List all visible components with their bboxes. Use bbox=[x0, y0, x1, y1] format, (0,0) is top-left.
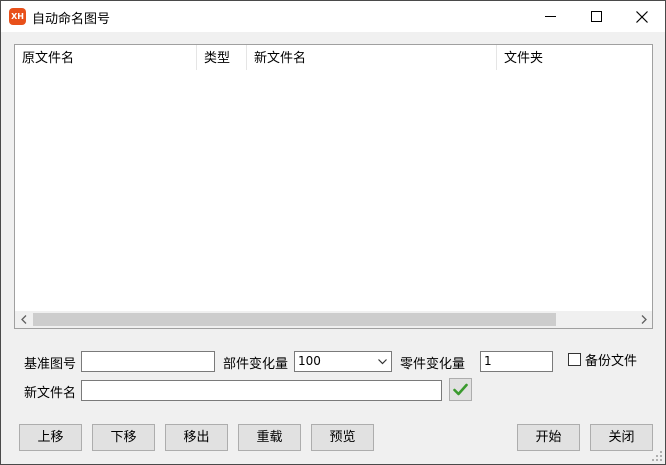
app-logo-icon: XH bbox=[9, 8, 26, 25]
start-button[interactable]: 开始 bbox=[517, 424, 580, 451]
backup-label[interactable]: 备份文件 bbox=[585, 350, 637, 369]
resize-grip-icon[interactable] bbox=[651, 450, 663, 462]
file-list[interactable]: 原文件名 类型 新文件名 文件夹 bbox=[14, 44, 653, 329]
component-change-label: 零件变化量 bbox=[400, 357, 466, 372]
part-change-value: 100 bbox=[298, 354, 321, 368]
minimize-button[interactable] bbox=[527, 1, 573, 32]
title-bar[interactable]: XH 自动命名图号 bbox=[1, 1, 665, 32]
list-header: 原文件名 类型 新文件名 文件夹 bbox=[15, 45, 652, 70]
base-drawing-label: 基准图号 bbox=[24, 357, 77, 372]
base-drawing-input[interactable] bbox=[81, 351, 215, 372]
part-change-label: 部件变化量 bbox=[223, 357, 289, 372]
confirm-button[interactable] bbox=[449, 378, 472, 401]
close-window-button[interactable] bbox=[619, 1, 665, 32]
chevron-right-icon bbox=[641, 315, 647, 324]
move-up-button[interactable]: 上移 bbox=[19, 424, 82, 451]
window-title: 自动命名图号 bbox=[32, 12, 111, 27]
dropdown-arrow[interactable] bbox=[373, 352, 391, 371]
column-type[interactable]: 类型 bbox=[197, 45, 247, 70]
auto-name-window: XH 自动命名图号 原文件名 类型 新文件名 文件夹 基准图号 部件变化量 10… bbox=[0, 0, 666, 465]
column-new-filename[interactable]: 新文件名 bbox=[247, 45, 497, 70]
remove-button[interactable]: 移出 bbox=[165, 424, 228, 451]
new-filename-input[interactable] bbox=[81, 380, 442, 401]
chevron-left-icon bbox=[20, 315, 26, 324]
reload-button[interactable]: 重载 bbox=[238, 424, 301, 451]
close-icon bbox=[636, 10, 648, 23]
new-filename-label: 新文件名 bbox=[24, 386, 77, 401]
part-change-select[interactable]: 100 bbox=[294, 351, 392, 372]
chevron-down-icon bbox=[377, 358, 387, 364]
scroll-right-button[interactable] bbox=[635, 311, 652, 328]
backup-checkbox[interactable] bbox=[568, 353, 581, 366]
preview-button[interactable]: 预览 bbox=[311, 424, 374, 451]
maximize-icon bbox=[590, 11, 602, 22]
maximize-button[interactable] bbox=[573, 1, 619, 32]
checkmark-icon bbox=[453, 383, 468, 396]
column-original-filename[interactable]: 原文件名 bbox=[15, 45, 197, 70]
scroll-left-button[interactable] bbox=[15, 311, 32, 328]
column-folder[interactable]: 文件夹 bbox=[497, 45, 652, 70]
move-down-button[interactable]: 下移 bbox=[92, 424, 155, 451]
minimize-icon bbox=[544, 16, 556, 17]
close-button[interactable]: 关闭 bbox=[590, 424, 653, 451]
component-change-input[interactable]: 1 bbox=[480, 351, 553, 372]
scroll-thumb[interactable] bbox=[33, 313, 556, 326]
horizontal-scrollbar[interactable] bbox=[15, 311, 652, 328]
